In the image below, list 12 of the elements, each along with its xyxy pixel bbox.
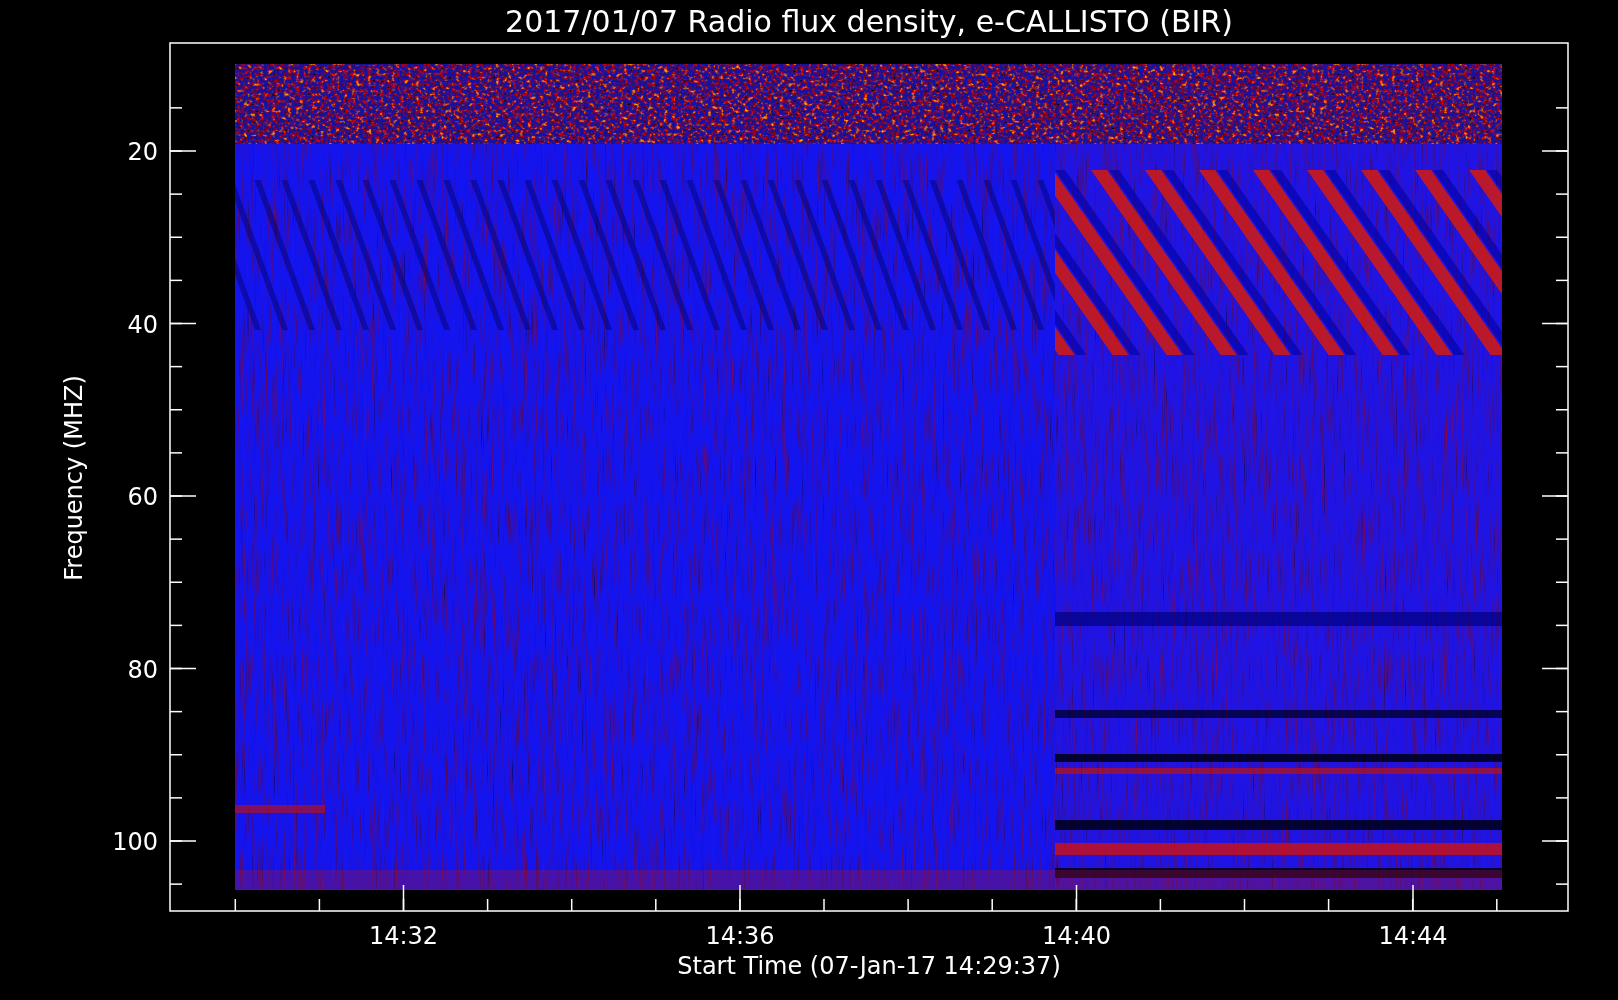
x-tick-label: 14:36 — [705, 922, 775, 950]
x-tick-label: 14:44 — [1378, 922, 1448, 950]
y-tick-label: 40 — [127, 310, 158, 339]
y-tick-label: 60 — [127, 483, 158, 511]
y-axis-label: Frequency (MHZ) — [60, 375, 88, 581]
y-tick-label: 80 — [127, 655, 158, 684]
y-tick-label: 20 — [127, 138, 158, 166]
x-tick-label: 14:40 — [1041, 922, 1112, 950]
y-tick-label: 100 — [112, 828, 158, 856]
x-axis-label: Start Time (07-Jan-17 14:29:37) — [677, 952, 1061, 980]
chart-title: 2017/01/07 Radio flux density, e-CALLISTO (BIR) — [505, 4, 1233, 39]
x-tick-label: 14:32 — [368, 922, 439, 950]
